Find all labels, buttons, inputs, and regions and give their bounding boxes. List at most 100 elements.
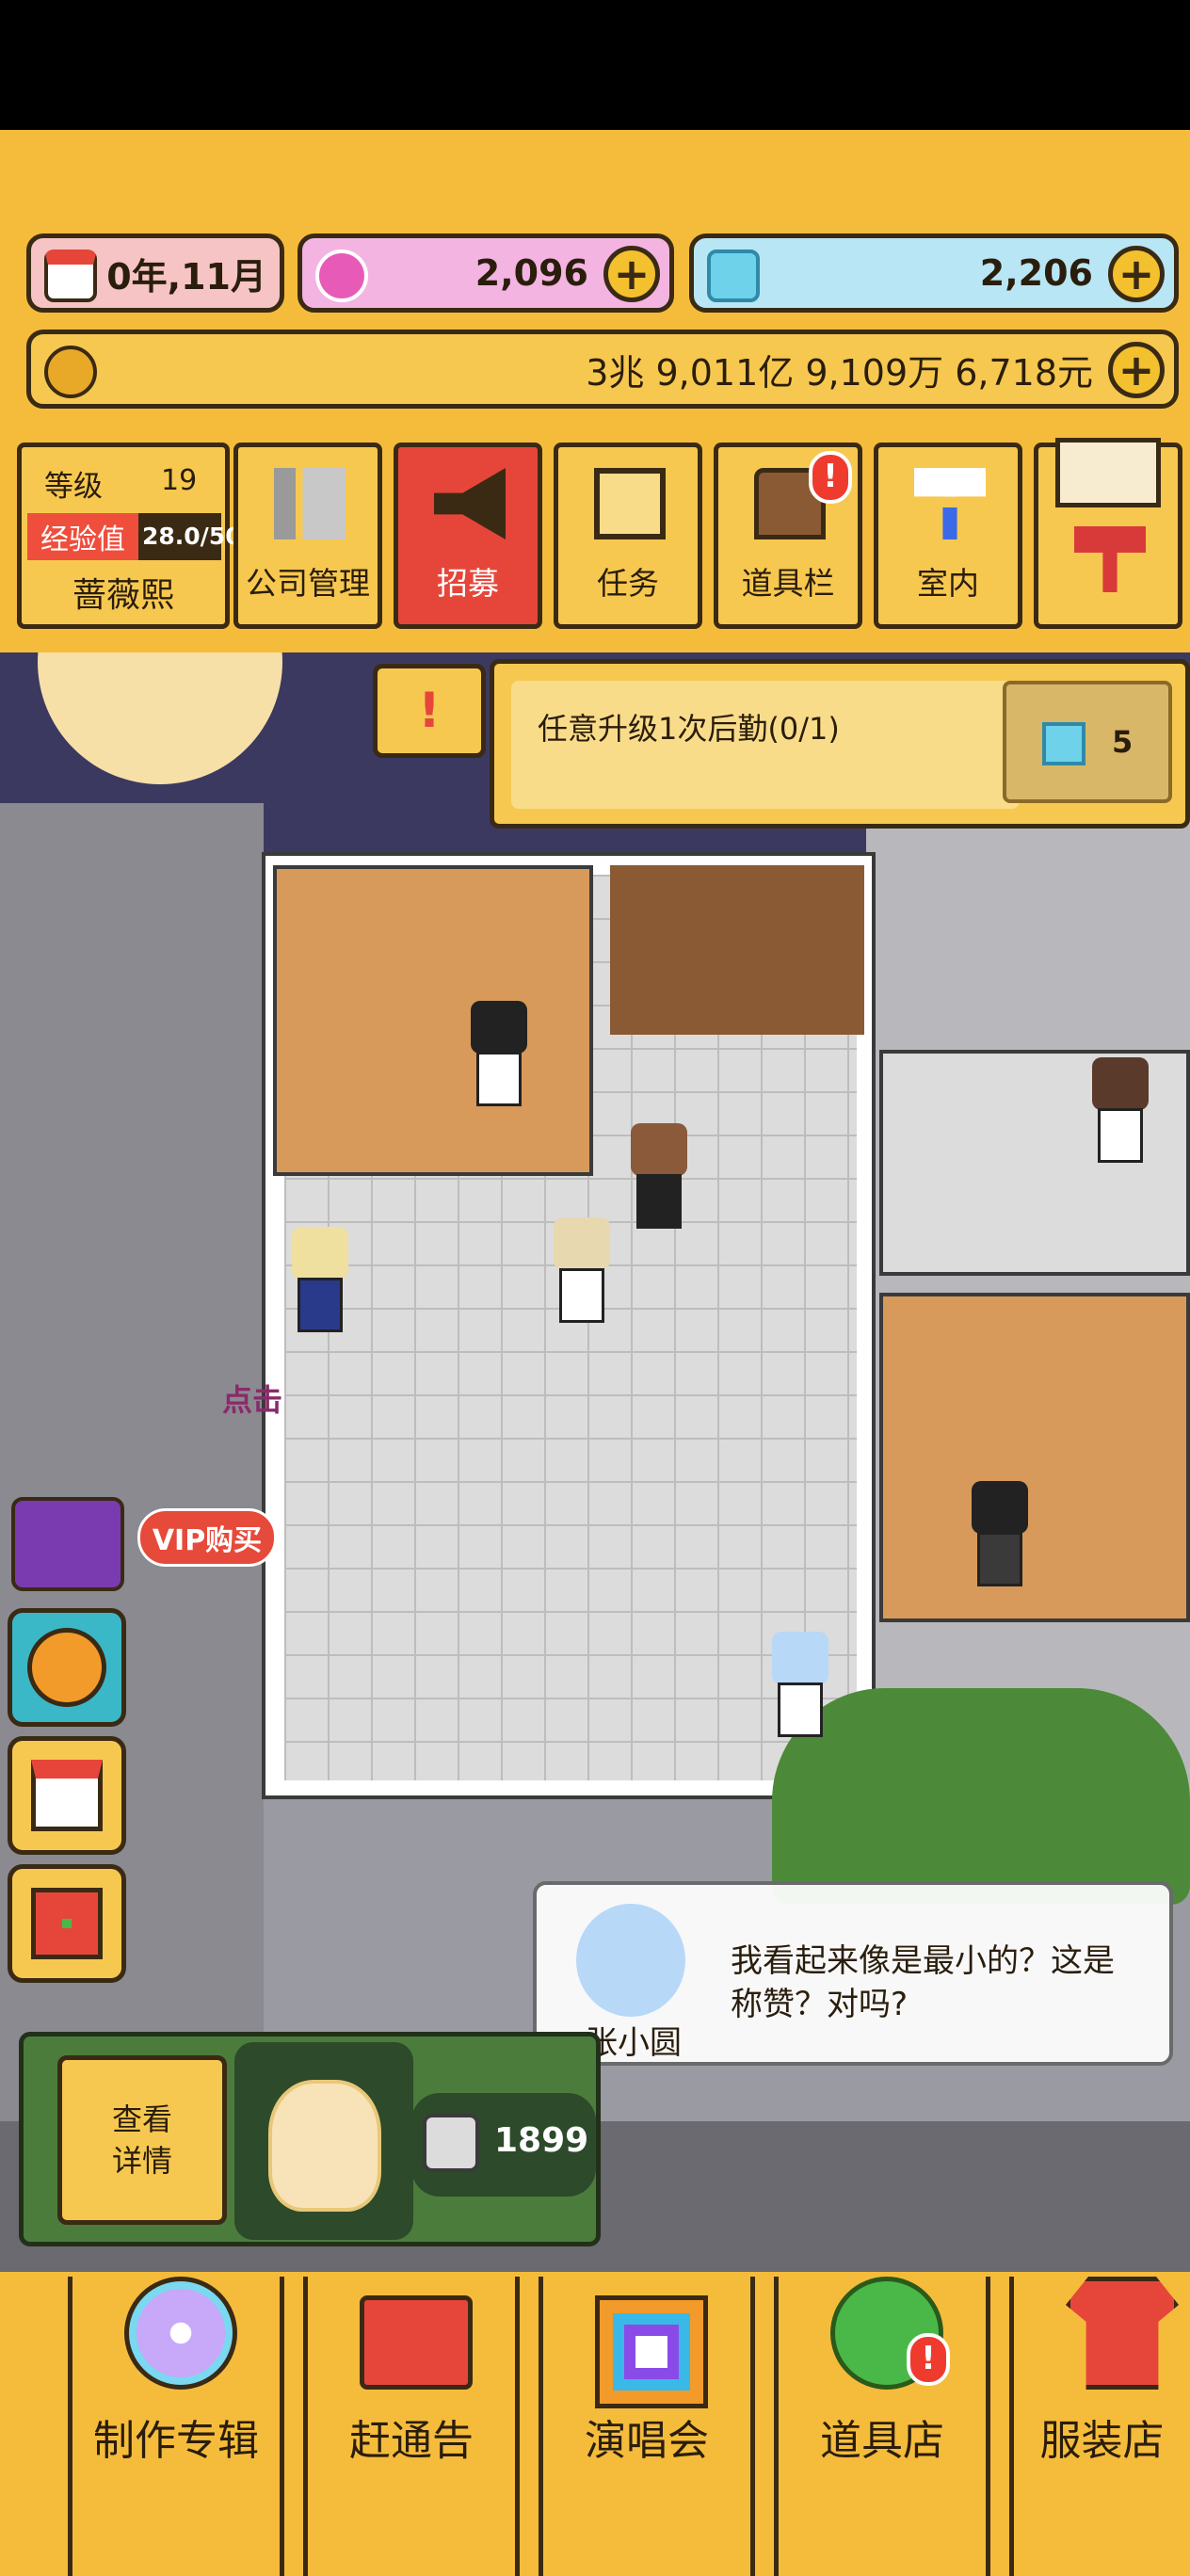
gift-icon — [31, 1888, 103, 1959]
fan-count: 1899 — [411, 2093, 596, 2197]
vip-purchase-button[interactable]: VIP购买 — [137, 1508, 277, 1567]
exp-bar: 经验值 28.0/50 — [27, 513, 242, 560]
megaphone-icon — [434, 468, 506, 539]
staff-character[interactable] — [1083, 1057, 1158, 1170]
item-shop-button[interactable]: 道具店 ! — [774, 2277, 990, 2576]
character-head — [1092, 1057, 1149, 1110]
pink-coin-icon — [315, 250, 368, 302]
calendar-button[interactable] — [8, 1736, 126, 1855]
idol-character[interactable] — [621, 1123, 697, 1236]
character-body — [778, 1682, 823, 1737]
cat-icon — [423, 2114, 479, 2172]
gift-button[interactable] — [8, 1864, 126, 1983]
item-shop-label: 道具店 — [820, 2417, 944, 2465]
wheel-icon — [27, 1628, 106, 1707]
concert-label: 演唱会 — [585, 2417, 709, 2465]
diamond-display: 2,206 + — [689, 233, 1179, 313]
view-details-label: 查看 详情 — [111, 2101, 172, 2179]
staff-character[interactable] — [461, 1001, 537, 1114]
quest-text: 任意升级1次后勤(0/1) — [538, 711, 840, 747]
break-room[interactable] — [273, 865, 593, 1176]
mail-hammer-button[interactable] — [1034, 438, 1182, 629]
rainbow-stage-icon — [595, 2295, 708, 2408]
scroll-icon — [594, 468, 666, 539]
character-body — [636, 1174, 682, 1229]
calendar-icon — [31, 1760, 103, 1831]
idol-face — [268, 2080, 381, 2212]
add-pink-currency-button[interactable]: + — [603, 246, 660, 302]
fortune-wheel-button[interactable] — [8, 1608, 126, 1727]
add-diamond-button[interactable]: + — [1108, 246, 1165, 302]
schedule-button[interactable]: 赶通告 — [303, 2277, 520, 2576]
make-album-label: 制作专辑 — [93, 2417, 259, 2465]
character-dialog[interactable]: 张小圆 我看起来像是最小的？这是称赞？对吗? — [533, 1881, 1173, 2066]
quest-reward-button[interactable]: 5 — [1003, 681, 1172, 803]
crown-icon[interactable] — [11, 1497, 124, 1591]
diamond-value: 2,206 — [979, 252, 1093, 294]
producer-character[interactable] — [962, 1481, 1037, 1594]
recruit-button[interactable]: 招募 — [394, 443, 542, 629]
date-value: 0年,11月 — [106, 255, 266, 298]
character-head — [292, 1227, 348, 1280]
level-value: 19 — [161, 464, 198, 497]
quest-scroll-icon[interactable]: ! — [373, 664, 486, 758]
player-name: 蔷薇熙 — [72, 576, 174, 615]
money-display: 3兆 9,011亿 9,109万 6,718元 + — [26, 330, 1179, 409]
schedule-label: 赶通告 — [349, 2417, 474, 2465]
notification-badge: ! — [907, 2333, 950, 2386]
character-head — [554, 1217, 610, 1270]
calendar-icon — [360, 2295, 473, 2390]
hammer-icon — [1074, 526, 1146, 592]
featured-idol-card: 查看 详情 1899 — [19, 2032, 601, 2246]
shirt-icon — [1066, 2277, 1179, 2390]
character-body — [559, 1268, 604, 1323]
paint-roller-icon — [914, 468, 986, 539]
clothing-shop-label: 服装店 — [1039, 2417, 1165, 2465]
dialog-message: 我看起来像是最小的？这是称赞？对吗? — [731, 1942, 1115, 2023]
diamond-icon — [707, 250, 760, 302]
company-management-label: 公司管理 — [246, 565, 370, 602]
building-icon — [274, 468, 346, 539]
idol-character[interactable] — [282, 1227, 358, 1340]
company-management-button[interactable]: 公司管理 — [233, 443, 382, 629]
calendar-icon — [44, 250, 97, 302]
quest-panel[interactable]: 任意升级1次后勤(0/1) 5 — [490, 659, 1190, 829]
character-body — [476, 1052, 522, 1106]
gold-coin-icon — [44, 346, 97, 398]
disc-icon — [124, 2277, 237, 2390]
idol-portrait[interactable] — [234, 2042, 413, 2240]
character-head — [972, 1481, 1028, 1534]
inventory-button[interactable]: 道具栏 ! — [714, 443, 862, 629]
view-details-button[interactable]: 查看 详情 — [57, 2055, 227, 2225]
concert-button[interactable]: 演唱会 — [539, 2277, 755, 2576]
interior-button[interactable]: 室内 — [874, 443, 1022, 629]
clothing-shop-button[interactable]: 服装店 — [1009, 2277, 1190, 2576]
idol-character[interactable] — [763, 1632, 838, 1745]
tasks-label: 任务 — [597, 565, 659, 602]
quest-reward-value: 5 — [1112, 724, 1134, 760]
tasks-button[interactable]: 任务 — [554, 443, 702, 629]
music-room[interactable] — [610, 865, 864, 1035]
fan-count-value: 1899 — [494, 2121, 589, 2160]
exp-label: 经验值 — [27, 513, 138, 560]
status-bar — [0, 0, 1190, 130]
character-body — [298, 1278, 343, 1332]
pink-currency-display: 2,096 + — [298, 233, 674, 313]
character-head — [772, 1632, 828, 1684]
add-money-button[interactable]: + — [1108, 342, 1165, 398]
character-body — [977, 1532, 1022, 1586]
interior-label: 室内 — [917, 565, 979, 602]
make-album-button[interactable]: 制作专辑 — [68, 2277, 284, 2576]
character-body — [1098, 1108, 1143, 1163]
level-label: 等级 — [44, 470, 103, 504]
notification-badge: ! — [809, 451, 852, 504]
pink-currency-value: 2,096 — [474, 252, 588, 294]
tap-hint: 点击 — [222, 1382, 283, 1418]
money-value: 3兆 9,011亿 9,109万 6,718元 — [586, 351, 1093, 394]
idol-character[interactable] — [544, 1217, 619, 1330]
inventory-label: 道具栏 — [741, 565, 835, 602]
character-head — [471, 1001, 527, 1054]
diamond-icon — [1042, 722, 1085, 765]
date-display: 0年,11月 — [26, 233, 284, 313]
player-profile[interactable]: 等级 19 经验值 28.0/50 蔷薇熙 — [17, 443, 242, 629]
